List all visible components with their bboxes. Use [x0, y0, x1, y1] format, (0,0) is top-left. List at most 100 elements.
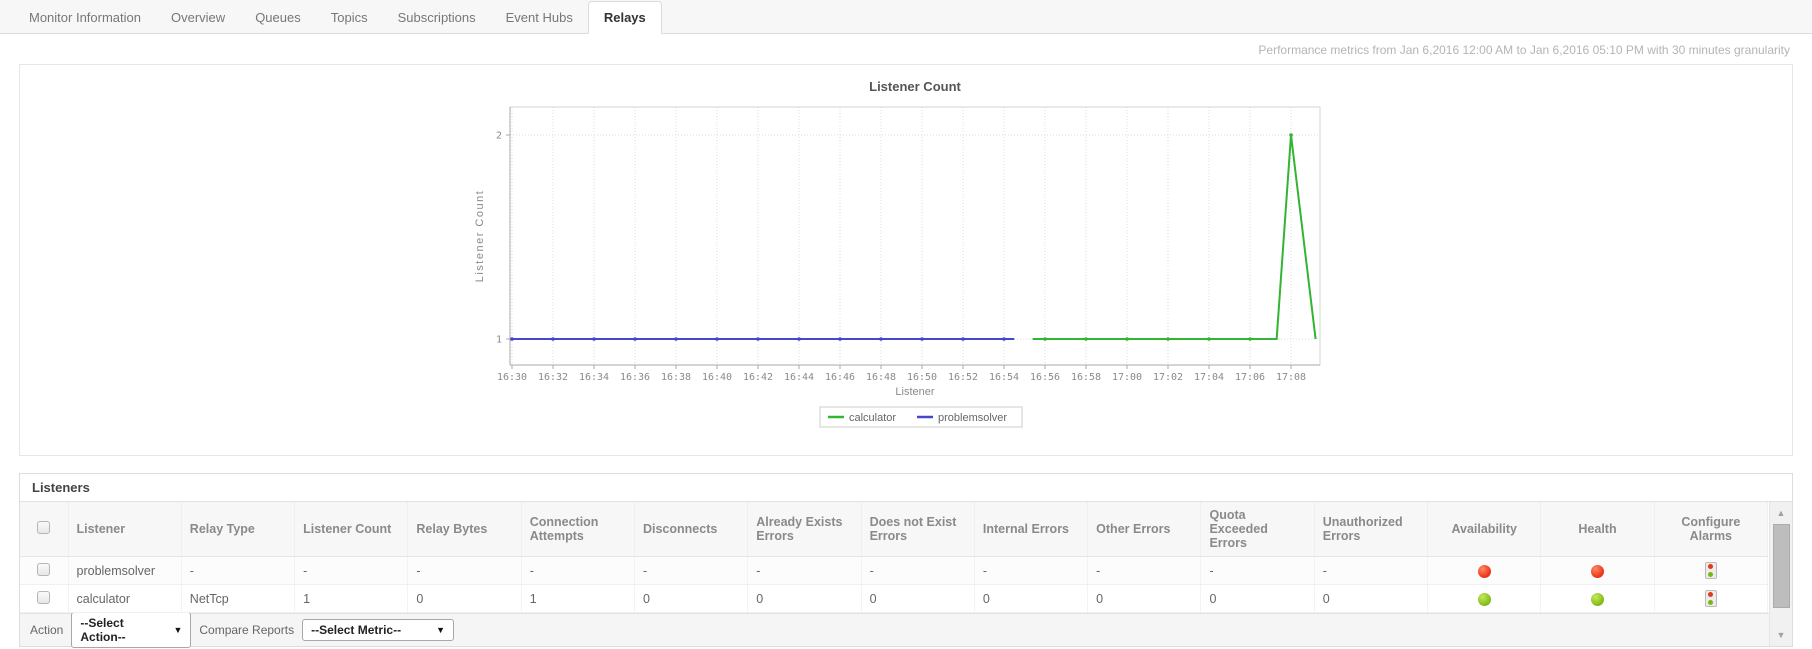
x-tick-label: 16:58: [1071, 372, 1101, 383]
cell-internal-errors: 0: [974, 584, 1089, 613]
col-header-health: Health: [1540, 502, 1655, 557]
series-marker-calculator: [1289, 133, 1293, 137]
col-header-other-errors: Other Errors: [1087, 502, 1202, 557]
scrollbar-up-icon[interactable]: ▲: [1770, 508, 1792, 518]
series-marker-calculator: [1248, 337, 1252, 341]
col-header-configure-alarms: Configure Alarms: [1654, 502, 1769, 557]
chart-title: Listener Count: [869, 79, 961, 94]
cell-connection-attempts: 1: [521, 584, 635, 613]
listeners-table: Listener Relay Type Listener Count Relay By…: [20, 502, 1769, 613]
col-header-connection-attempts: Connection Attempts: [521, 502, 635, 557]
tab-overview[interactable]: Overview: [156, 2, 240, 33]
listener-count-chart-panel: Listener Count 16:30 16:32 16:34 16:36 16:38 1…: [19, 64, 1793, 456]
cell-listener: calculator: [68, 584, 182, 613]
series-marker-calculator: [1125, 337, 1129, 341]
x-tick-label: 17:08: [1276, 372, 1306, 383]
x-tick-label: 16:32: [538, 372, 568, 383]
compare-metric-select-value: --Select Metric--: [311, 623, 402, 637]
tab-monitor-information[interactable]: Monitor Information: [14, 2, 156, 33]
compare-metric-select[interactable]: --Select Metric-- ▼: [302, 619, 455, 641]
col-header-relay-bytes: Relay Bytes: [407, 502, 522, 557]
legend-label-problemsolver: problemsolver: [938, 412, 1007, 424]
x-tick-label: 16:52: [948, 372, 978, 383]
col-header-disconnects: Disconnects: [634, 502, 749, 557]
y-axis-title: Listener Count: [474, 190, 486, 283]
cell-health: [1540, 584, 1655, 613]
x-tick-label: 16:56: [1030, 372, 1060, 383]
tab-bar: Monitor Information Overview Queues Topics S…: [0, 0, 1812, 34]
listeners-section-title: Listeners: [20, 474, 1792, 502]
performance-metrics-note: Performance metrics from Jan 6,2016 12:0…: [1258, 43, 1790, 57]
cell-listener-count: -: [294, 556, 409, 585]
cell-does-not-exist-errors: -: [861, 556, 975, 585]
chevron-down-icon: ▼: [173, 625, 183, 635]
action-bar: Action --Select Action-- ▼ Compare Repor…: [20, 612, 1792, 648]
cell-disconnects: 0: [634, 584, 749, 613]
table-row-problemsolver: problemsolver - - - - - - - - - - -: [20, 556, 1769, 585]
series-marker-problemsolver: [879, 337, 883, 341]
tab-relays[interactable]: Relays: [587, 1, 662, 34]
x-tick-label: 16:34: [579, 372, 609, 383]
cell-health: [1540, 556, 1655, 585]
cell-relay-bytes: 0: [407, 584, 522, 613]
y-tick-label: 1: [496, 335, 502, 346]
series-marker-problemsolver: [961, 337, 965, 341]
series-marker-problemsolver: [715, 337, 719, 341]
cell-internal-errors: -: [974, 556, 1089, 585]
scrollbar-down-icon[interactable]: ▼: [1770, 630, 1792, 640]
col-header-availability: Availability: [1427, 502, 1542, 557]
row-checkbox[interactable]: [37, 562, 51, 576]
tab-queues[interactable]: Queues: [240, 2, 316, 33]
compare-reports-label: Compare Reports: [199, 623, 295, 637]
health-status-icon: [1591, 564, 1604, 578]
table-scrollbar[interactable]: ▲ ▼: [1769, 502, 1792, 646]
scrollbar-thumb[interactable]: [1773, 524, 1790, 608]
cell-availability: [1427, 584, 1542, 613]
x-tick-label: 16:54: [989, 372, 1019, 383]
configure-alarms-icon[interactable]: [1704, 562, 1717, 579]
col-header-relay-type: Relay Type: [181, 502, 296, 557]
series-marker-calculator: [1166, 337, 1170, 341]
series-marker-problemsolver: [510, 337, 514, 341]
configure-alarms-icon[interactable]: [1704, 590, 1717, 607]
series-marker-problemsolver: [838, 337, 842, 341]
legend-label-calculator: calculator: [849, 412, 896, 424]
select-all-checkbox[interactable]: [37, 521, 51, 534]
cell-relay-bytes: -: [407, 556, 522, 585]
cell-relay-type: NetTcp: [181, 584, 296, 613]
x-tick-label: 16:30: [497, 372, 527, 383]
x-tick-label: 17:04: [1194, 372, 1224, 383]
action-select[interactable]: --Select Action-- ▼: [71, 612, 192, 648]
series-marker-calculator: [1043, 337, 1047, 341]
col-header-internal-errors: Internal Errors: [974, 502, 1089, 557]
listener-count-chart: Listener Count 16:30 16:32 16:34 16:36 16:38 1…: [425, 73, 1375, 449]
chevron-down-icon: ▼: [436, 625, 446, 635]
cell-already-exists-errors: -: [747, 556, 862, 585]
action-label: Action: [30, 623, 64, 637]
x-tick-label: 17:06: [1235, 372, 1265, 383]
series-marker-problemsolver: [633, 337, 637, 341]
cell-other-errors: 0: [1087, 584, 1202, 613]
row-checkbox[interactable]: [37, 590, 51, 604]
cell-disconnects: -: [634, 556, 749, 585]
cell-listener: problemsolver: [68, 556, 182, 585]
series-marker-problemsolver: [551, 337, 555, 341]
cell-configure-alarms: [1654, 584, 1769, 613]
tab-event-hubs[interactable]: Event Hubs: [491, 2, 588, 33]
cell-configure-alarms: [1654, 556, 1769, 585]
x-tick-label: 16:38: [661, 372, 691, 383]
series-marker-problemsolver: [797, 337, 801, 341]
cell-availability: [1427, 556, 1542, 585]
listeners-table-zone: Listener Relay Type Listener Count Relay By…: [20, 502, 1792, 646]
tab-topics[interactable]: Topics: [316, 2, 383, 33]
tab-subscriptions[interactable]: Subscriptions: [383, 2, 491, 33]
table-row-calculator: calculator NetTcp 1 0 1 0 0 0 0 0 0 0: [20, 584, 1769, 613]
action-select-value: --Select Action--: [80, 616, 126, 644]
cell-listener-count: 1: [294, 584, 409, 613]
x-tick-label: 17:02: [1153, 372, 1183, 383]
availability-status-icon: [1477, 564, 1491, 578]
col-header-quota-exceeded-errors: Quota Exceeded Errors: [1200, 502, 1315, 557]
cell-unauthorized-errors: 0: [1314, 584, 1429, 613]
series-marker-calculator: [1207, 337, 1211, 341]
cell-connection-attempts: -: [521, 556, 635, 585]
